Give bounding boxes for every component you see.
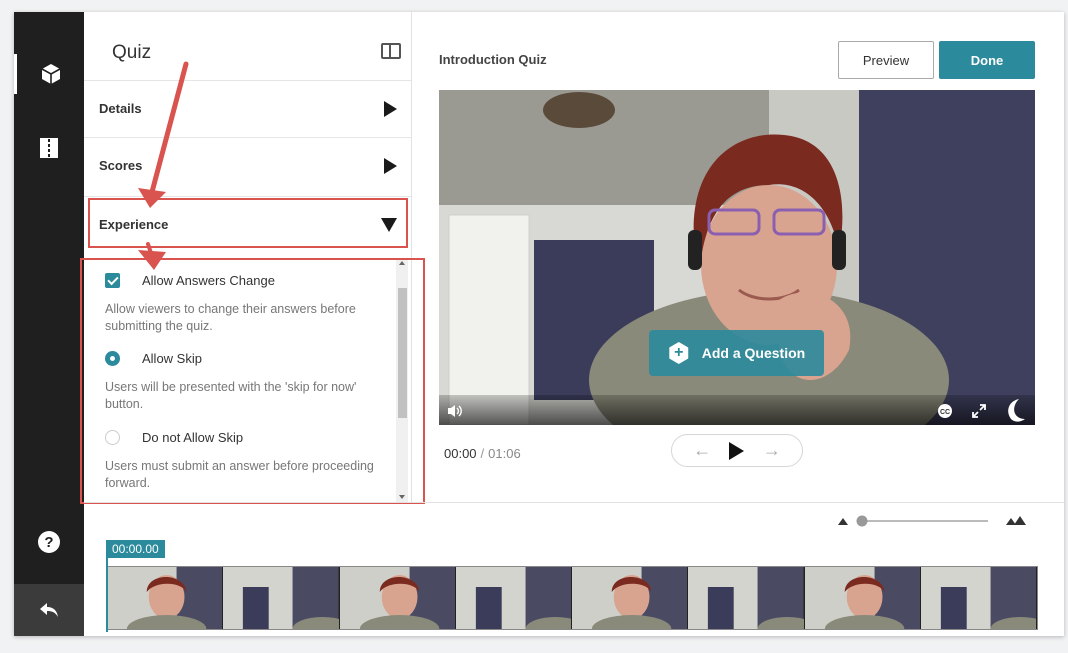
add-hex-icon: + <box>669 342 689 364</box>
back-button[interactable] <box>14 584 84 636</box>
timeline-playhead[interactable] <box>106 558 108 632</box>
playback-time: 00:00/01:06 <box>444 446 521 461</box>
zoom-in-icon[interactable] <box>1006 516 1026 525</box>
book-icon <box>40 138 58 158</box>
cube-icon-button[interactable] <box>14 54 84 94</box>
preview-button[interactable]: Preview <box>838 41 934 79</box>
brand-logo-icon <box>1008 399 1025 422</box>
quiz-editor-window: ? Quiz Details Scores Experience Allow A… <box>14 12 1064 636</box>
zoom-out-icon[interactable] <box>838 518 848 525</box>
previous-arrow-icon[interactable]: ← <box>693 440 711 461</box>
experience-highlight-box <box>88 198 408 248</box>
help-button[interactable]: ? <box>14 524 84 560</box>
duration: 01:06 <box>488 446 521 461</box>
quiz-title: Introduction Quiz <box>439 52 547 67</box>
left-rail: ? <box>14 12 84 636</box>
expand-arrow-icon <box>384 157 397 174</box>
next-arrow-icon[interactable]: → <box>763 440 781 461</box>
video-player[interactable]: + Add a Question CC <box>439 90 1035 425</box>
section-details-label: Details <box>99 101 142 116</box>
filmstrip-frame <box>339 567 456 629</box>
volume-icon[interactable] <box>447 404 463 418</box>
time-separator: / <box>480 446 485 461</box>
book-icon-button[interactable] <box>14 128 84 168</box>
play-icon[interactable] <box>729 441 745 460</box>
options-highlight-box <box>80 258 425 504</box>
filmstrip-frame <box>572 567 689 629</box>
expand-arrow-icon <box>384 100 397 117</box>
back-icon <box>40 603 58 617</box>
filmstrip-frame <box>455 567 572 629</box>
filmstrip-frame <box>688 567 805 629</box>
section-scores-label: Scores <box>99 158 143 173</box>
video-controls-bar: CC <box>439 395 1035 425</box>
zoom-slider-handle[interactable] <box>856 515 868 527</box>
add-question-button[interactable]: + Add a Question <box>649 330 824 376</box>
filmstrip-frame <box>804 567 921 629</box>
zoom-slider[interactable] <box>836 514 1036 528</box>
panel-toggle-icon[interactable] <box>381 43 401 59</box>
timeline-divider <box>84 502 1064 503</box>
svg-text:?: ? <box>44 534 53 551</box>
section-details[interactable]: Details <box>84 80 411 136</box>
filmstrip-frame <box>223 567 340 629</box>
playback-nav: ← → <box>671 434 803 467</box>
help-icon: ? <box>38 531 60 553</box>
add-question-label: Add a Question <box>701 345 806 361</box>
current-time: 00:00 <box>444 446 477 461</box>
panel-title: Quiz <box>112 42 152 63</box>
timeline-timecode: 00:00.00 <box>106 540 165 558</box>
svg-text:CC: CC <box>940 409 950 416</box>
done-button[interactable]: Done <box>939 41 1035 79</box>
fullscreen-icon[interactable] <box>971 403 987 419</box>
timeline-filmstrip[interactable] <box>106 566 1038 630</box>
filmstrip-frame <box>107 567 224 629</box>
cube-icon <box>41 64 60 84</box>
captions-icon[interactable]: CC <box>937 404 953 418</box>
section-scores[interactable]: Scores <box>84 137 411 193</box>
filmstrip-frame <box>920 567 1037 629</box>
